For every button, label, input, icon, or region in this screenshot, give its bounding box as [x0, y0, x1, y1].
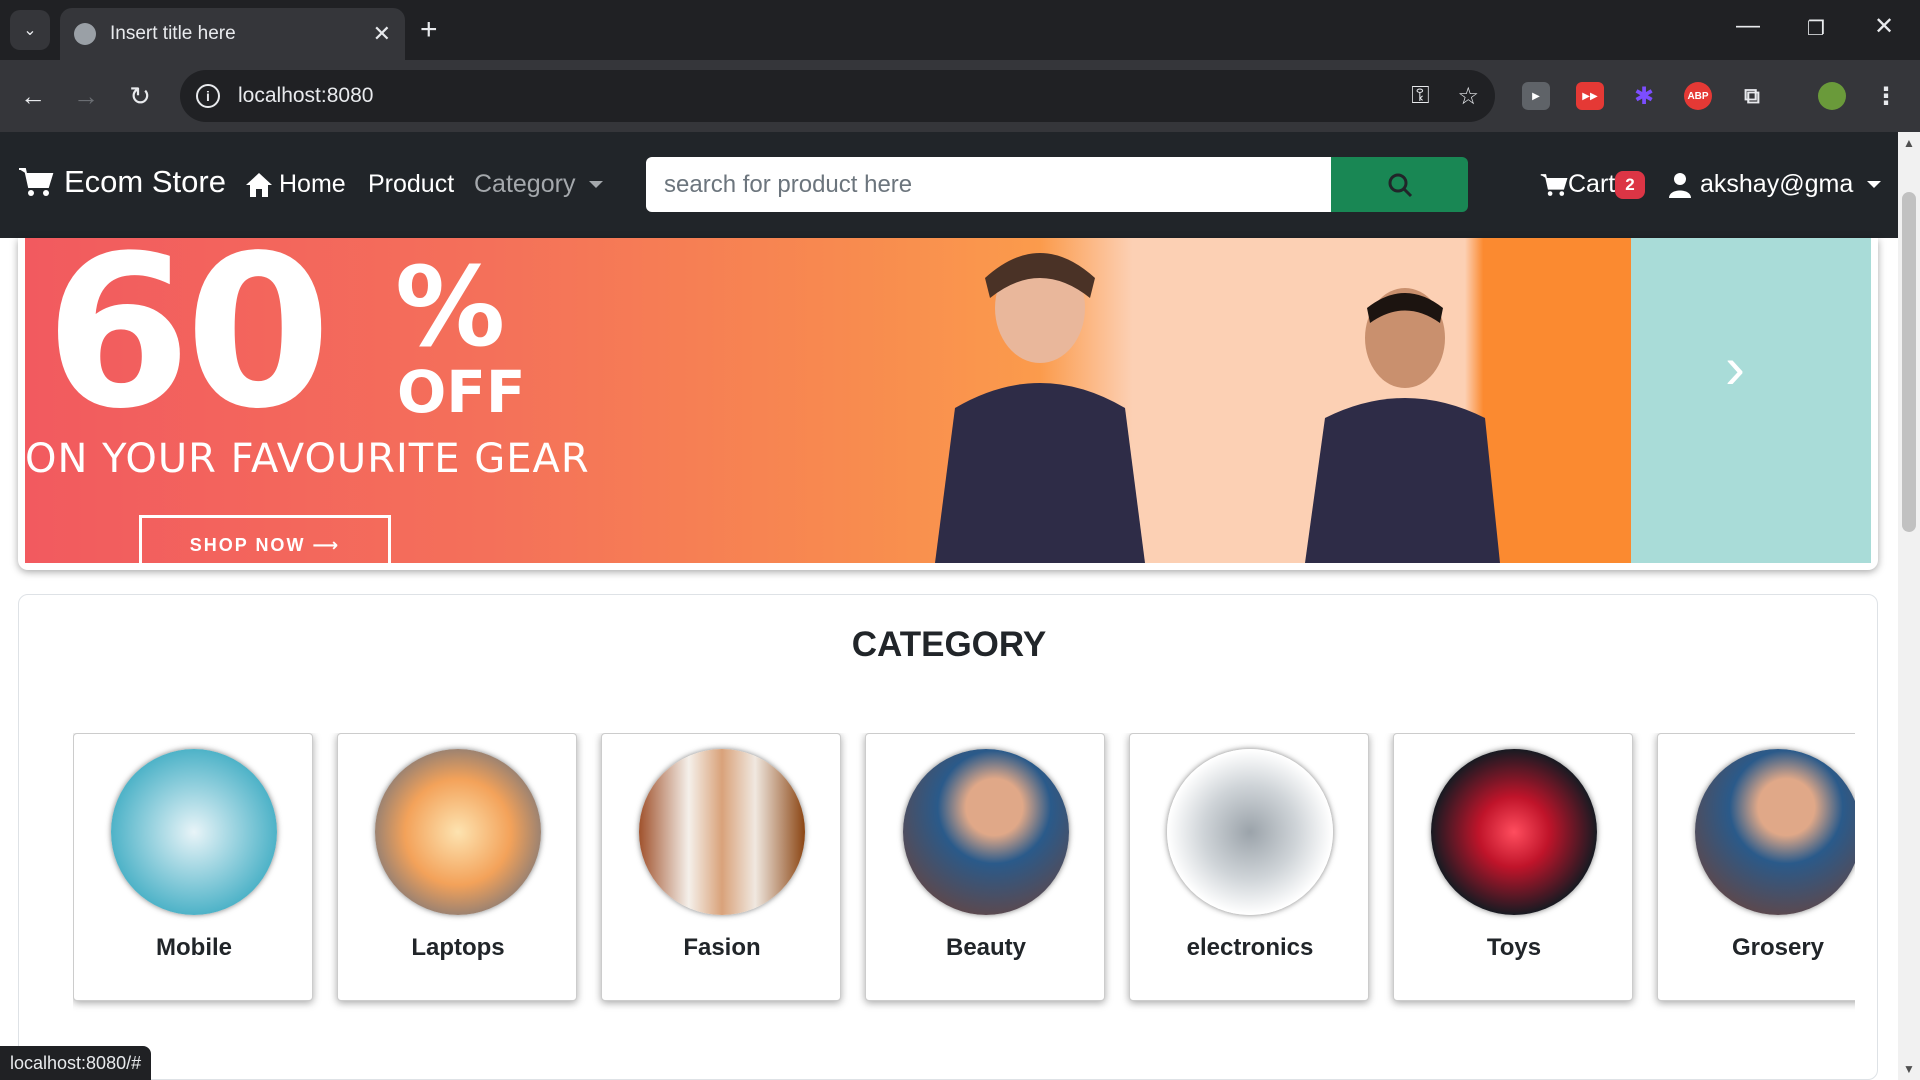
category-label: electronics	[1186, 934, 1314, 961]
bookmark-star-icon[interactable]: ☆	[1457, 82, 1479, 111]
nav-home-label: Home	[279, 170, 346, 198]
extension-adblock-icon[interactable]: ABP	[1684, 82, 1712, 110]
nav-home[interactable]: Home	[245, 170, 346, 199]
extension-puzzle-star-icon[interactable]: ✱	[1630, 82, 1658, 110]
cart-count-badge: 2	[1615, 170, 1645, 199]
home-icon	[246, 172, 272, 197]
extension-youtube-icon[interactable]: ▶▶	[1576, 82, 1604, 110]
reload-icon[interactable]: ↻	[122, 78, 158, 114]
category-label: Toys	[1486, 934, 1542, 961]
profile-avatar[interactable]	[1818, 82, 1846, 110]
banner-image[interactable]: 60 % OFF ON YOUR FAVOURITE GEAR SHOP NOW…	[25, 238, 1871, 563]
category-image	[903, 749, 1069, 915]
nav-product-label: Product	[368, 170, 455, 198]
category-section: CATEGORY Mobile Laptops Fasion Beauty el…	[18, 594, 1878, 1080]
extensions-icon[interactable]: ⧉	[1738, 82, 1766, 110]
site-navbar: Ecom Store Home Product Category search …	[0, 132, 1898, 238]
page-scrollbar[interactable]: ▲ ▼	[1898, 132, 1920, 1080]
carousel-next-icon[interactable]: ›	[1725, 333, 1745, 402]
extension-video-icon[interactable]: ▶	[1522, 82, 1550, 110]
chevron-down-icon	[589, 181, 604, 188]
new-tab-icon[interactable]: +	[420, 12, 438, 48]
cart-link[interactable]: Cart 2	[1540, 170, 1645, 199]
nav-product[interactable]: Product	[368, 170, 454, 199]
search-placeholder: search for product here	[664, 170, 913, 198]
category-list: Mobile Laptops Fasion Beauty electronics…	[73, 733, 1855, 1013]
cart-label: Cart	[1568, 170, 1616, 198]
restore-icon[interactable]: ❐	[1796, 16, 1836, 41]
brand-link[interactable]: Ecom Store	[18, 164, 226, 200]
cart-icon	[19, 168, 54, 196]
banner-off: OFF	[397, 358, 526, 426]
minimize-icon[interactable]: —	[1728, 12, 1768, 40]
category-image	[1695, 749, 1855, 915]
athlete-man-image	[1305, 288, 1500, 563]
category-label: Fasion	[683, 934, 761, 961]
cart-icon	[1540, 173, 1568, 196]
category-image	[639, 749, 805, 915]
chevron-down-icon	[1867, 181, 1882, 188]
category-title: CATEGORY	[851, 625, 1047, 664]
browser-menu-icon[interactable]: ⋮	[1872, 82, 1900, 110]
tab-title: Insert title here	[110, 23, 236, 44]
category-card-mobile[interactable]: Mobile	[73, 733, 313, 1001]
category-label: Mobile	[156, 934, 232, 961]
category-card-grosery[interactable]: Grosery	[1657, 733, 1855, 1001]
close-tab-icon[interactable]: ✕	[373, 21, 391, 47]
category-card-fasion[interactable]: Fasion	[601, 733, 841, 1001]
banner-percent: %	[395, 243, 506, 371]
password-key-icon[interactable]: ⚿	[1411, 82, 1429, 110]
brand-name: Ecom Store	[64, 164, 226, 199]
status-bar-url: localhost:8080/#	[0, 1046, 152, 1080]
globe-icon	[74, 23, 96, 45]
search-icon	[1388, 173, 1412, 197]
back-icon[interactable]: ←	[15, 78, 51, 114]
shop-now-button[interactable]: SHOP NOW ⟶	[139, 515, 391, 563]
site-info-icon[interactable]: i	[196, 84, 220, 108]
category-label: Beauty	[945, 934, 1027, 961]
search-input[interactable]: search for product here	[646, 157, 1331, 212]
user-email: akshay@gma	[1700, 170, 1854, 198]
banner-subtitle: ON YOUR FAVOURITE GEAR	[25, 436, 590, 482]
category-label: Laptops	[411, 934, 505, 961]
browser-toolbar: ← → ↻ i localhost:8080 ⚿ ☆ ▶ ▶▶ ✱ ABP ⧉ …	[0, 60, 1920, 132]
search-button[interactable]	[1331, 157, 1468, 212]
category-card-toys[interactable]: Toys	[1393, 733, 1633, 1001]
category-image	[111, 749, 277, 915]
category-label: Grosery	[1731, 934, 1825, 961]
banner-big-number: 60	[45, 238, 331, 455]
scroll-up-icon[interactable]: ▲	[1903, 136, 1915, 150]
category-card-electronics[interactable]: electronics	[1129, 733, 1369, 1001]
category-image	[1431, 749, 1597, 915]
url-text: localhost:8080	[238, 84, 374, 107]
category-image	[375, 749, 541, 915]
banner-carousel: 60 % OFF ON YOUR FAVOURITE GEAR SHOP NOW…	[18, 238, 1878, 570]
address-bar[interactable]: i localhost:8080 ⚿ ☆	[180, 70, 1495, 122]
athlete-woman-image	[935, 253, 1145, 563]
scroll-down-icon[interactable]: ▼	[1903, 1062, 1915, 1076]
forward-icon[interactable]: →	[68, 78, 104, 114]
browser-tab-strip: ⌄ Insert title here ✕ + — ❐ ✕	[0, 0, 1920, 60]
category-card-laptops[interactable]: Laptops	[337, 733, 577, 1001]
nav-category-label: Category	[474, 170, 576, 198]
scroll-thumb[interactable]	[1902, 192, 1916, 532]
user-icon	[1669, 172, 1691, 198]
tab-search-chevron-icon[interactable]: ⌄	[10, 10, 50, 50]
browser-tab[interactable]: Insert title here ✕	[60, 8, 405, 60]
close-window-icon[interactable]: ✕	[1864, 12, 1904, 41]
category-image	[1167, 749, 1333, 915]
nav-category-dropdown[interactable]: Category	[474, 170, 604, 199]
category-card-beauty[interactable]: Beauty	[865, 733, 1105, 1001]
user-dropdown[interactable]: akshay@gma	[1668, 170, 1882, 199]
